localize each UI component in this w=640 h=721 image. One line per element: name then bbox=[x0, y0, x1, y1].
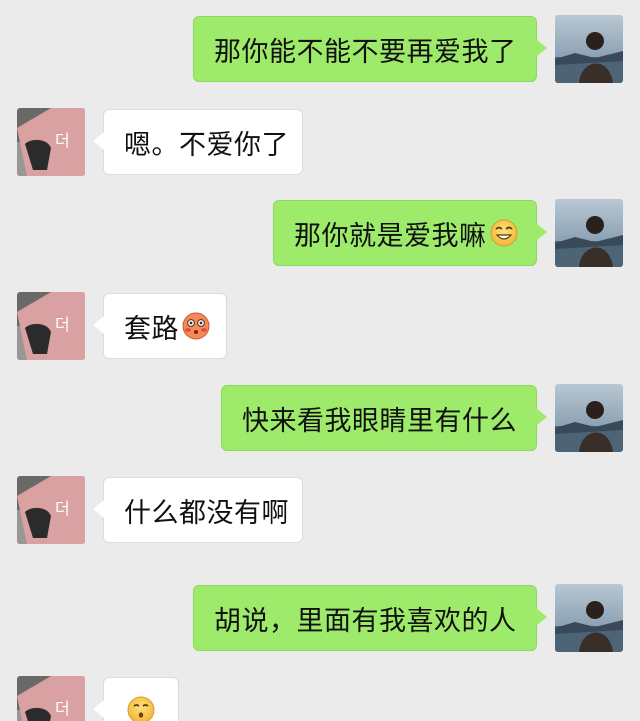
message-bubble-incoming[interactable]: 套路 bbox=[93, 293, 227, 359]
self-avatar[interactable] bbox=[555, 199, 623, 267]
svg-text:더: 더 bbox=[55, 699, 70, 718]
contact-avatar[interactable]: 더 bbox=[17, 676, 85, 721]
message-bubble-outgoing[interactable]: 胡说，里面有我喜欢的人 bbox=[193, 585, 547, 651]
smirk-grin-emoji-icon bbox=[489, 218, 519, 248]
message-text: 套路 bbox=[124, 313, 179, 345]
message-bubble-outgoing[interactable]: 那你就是爱我嘛 bbox=[273, 200, 547, 266]
contact-avatar[interactable]: 더 bbox=[17, 292, 85, 360]
message-text: 那你就是爱我嘛 bbox=[294, 220, 487, 252]
message-text: 胡说，里面有我喜欢的人 bbox=[214, 605, 517, 637]
message-row-7: 胡说，里面有我喜欢的人 bbox=[0, 583, 640, 653]
self-avatar[interactable] bbox=[555, 384, 623, 452]
message-row-6: 더 什么都没有啊 bbox=[0, 475, 640, 545]
message-row-2: 더 嗯。不爱你了 bbox=[0, 107, 640, 177]
message-row-8: 더 bbox=[0, 675, 640, 721]
svg-text:더: 더 bbox=[55, 131, 70, 150]
message-row-5: 快来看我眼睛里有什么 bbox=[0, 383, 640, 453]
message-text: 快来看我眼睛里有什么 bbox=[242, 405, 517, 437]
message-bubble-incoming[interactable] bbox=[93, 677, 179, 721]
message-bubble-outgoing[interactable]: 那你能不能不要再爱我了 bbox=[193, 16, 547, 82]
message-bubble-incoming[interactable]: 什么都没有啊 bbox=[93, 477, 303, 543]
message-row-4: 더 套路 bbox=[0, 291, 640, 361]
message-bubble-incoming[interactable]: 嗯。不爱你了 bbox=[93, 109, 303, 175]
contact-avatar[interactable]: 더 bbox=[17, 476, 85, 544]
kissing-emoji-icon bbox=[126, 695, 156, 721]
message-text: 那你能不能不要再爱我了 bbox=[214, 36, 517, 68]
message-row-3: 那你就是爱我嘛 bbox=[0, 198, 640, 268]
message-text: 嗯。不爱你了 bbox=[124, 129, 289, 161]
message-text: 什么都没有啊 bbox=[124, 497, 289, 529]
self-avatar[interactable] bbox=[555, 15, 623, 83]
flushed-blush-emoji-icon bbox=[181, 311, 211, 341]
svg-text:더: 더 bbox=[55, 315, 70, 334]
self-avatar[interactable] bbox=[555, 584, 623, 652]
svg-text:더: 더 bbox=[55, 499, 70, 518]
message-row-1: 那你能不能不要再爱我了 bbox=[0, 14, 640, 84]
contact-avatar[interactable]: 더 bbox=[17, 108, 85, 176]
message-bubble-outgoing[interactable]: 快来看我眼睛里有什么 bbox=[221, 385, 547, 451]
